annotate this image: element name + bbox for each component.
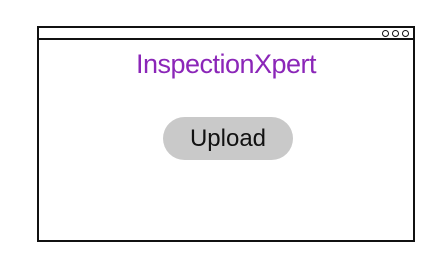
window-control-dot-icon[interactable] [402, 30, 409, 37]
window-control-dot-icon[interactable] [382, 30, 389, 37]
window-controls [382, 30, 409, 37]
app-window: InspectionXpert Upload [37, 26, 415, 242]
upload-button[interactable]: Upload [163, 117, 293, 160]
window-control-dot-icon[interactable] [392, 30, 399, 37]
brand-logo: InspectionXpert [135, 49, 317, 79]
title-bar [39, 28, 413, 40]
